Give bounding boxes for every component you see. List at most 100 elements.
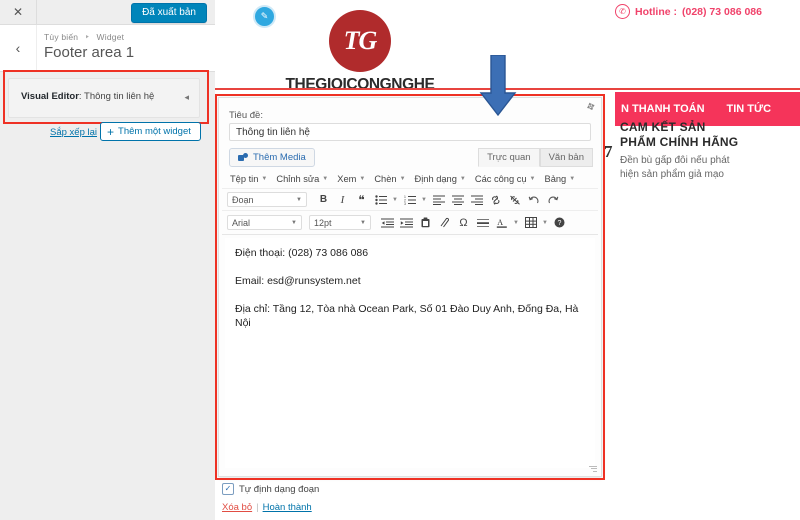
menu-edit[interactable]: Chỉnh sửa ▼ xyxy=(273,173,331,185)
font-size-select[interactable]: 12pt ▼ xyxy=(309,215,371,230)
widget-editor-panel: ✥ Tiêu đề: Thêm Media Trực quan Văn bản … xyxy=(218,97,602,477)
menu-edit-label: Chỉnh sửa xyxy=(276,174,320,184)
chevron-down-icon[interactable]: ▼ xyxy=(512,214,520,231)
tab-text[interactable]: Văn bản xyxy=(539,148,593,167)
editor-action-links: Xóa bỏ | Hoàn thành xyxy=(222,502,312,513)
page-title: Footer area 1 xyxy=(44,44,135,61)
promo-heading: CAM KẾT SẢN PHẨM CHÍNH HÃNG xyxy=(620,120,739,149)
bullet-list-icon[interactable] xyxy=(372,191,389,208)
content-line-phone: Điện thoại: (028) 73 086 086 xyxy=(235,246,585,260)
special-char-icon[interactable]: Ω xyxy=(455,214,472,231)
tab-visual[interactable]: Trực quan xyxy=(478,148,540,167)
plus-icon: + xyxy=(107,124,115,139)
nav-item-payment[interactable]: N THANH TOÁN xyxy=(621,103,705,115)
add-widget-button[interactable]: + Thêm một widget xyxy=(100,122,201,141)
menu-insert[interactable]: Chèn ▼ xyxy=(371,173,408,185)
hotline-label: Hotline : xyxy=(635,5,677,18)
breadcrumb-root[interactable]: Tùy biến xyxy=(44,32,78,42)
outdent-icon[interactable] xyxy=(379,214,396,231)
close-icon[interactable]: ✕ xyxy=(0,0,37,24)
media-icon xyxy=(238,152,249,163)
chevron-down-icon: ▼ xyxy=(322,176,329,182)
autoformat-label: Tự định dạng đoạn xyxy=(239,483,320,495)
autoformat-checkbox[interactable]: ✓ xyxy=(222,483,234,495)
phone-icon: ✆ xyxy=(615,4,630,19)
menu-format-label: Định dạng xyxy=(414,174,457,184)
menu-file[interactable]: Tệp tin ▼ xyxy=(227,173,270,185)
menu-tools-label: Các công cụ xyxy=(474,174,527,184)
promo-number: 7 xyxy=(604,142,613,161)
menu-view[interactable]: Xem ▼ xyxy=(334,173,368,185)
hotline-number: (028) 73 086 086 xyxy=(682,5,762,18)
blockquote-icon[interactable]: ❝ xyxy=(353,191,370,208)
text-color-icon[interactable]: A xyxy=(493,214,510,231)
table-icon[interactable] xyxy=(522,214,539,231)
undo-icon[interactable] xyxy=(525,191,542,208)
menu-file-label: Tệp tin xyxy=(230,174,259,184)
promo-body: Đền bù gấp đôi nếu phát hiện sản phẩm gi… xyxy=(620,155,730,180)
site-logo: TG THEGIOICONGNGHE xyxy=(270,10,450,94)
menu-table[interactable]: Bảng ▼ xyxy=(542,173,579,185)
resize-handle[interactable] xyxy=(589,464,597,472)
menu-tools[interactable]: Các công cụ ▼ xyxy=(472,173,539,185)
indent-icon[interactable] xyxy=(398,214,415,231)
widget-actions: Sắp xếp lại + Thêm một widget xyxy=(0,122,215,146)
editor-content-area[interactable]: Điện thoại: (028) 73 086 086 Email: esd@… xyxy=(225,238,595,468)
breadcrumb: Tùy biến ‣ Widget xyxy=(44,32,124,43)
add-media-label: Thêm Media xyxy=(253,152,306,163)
menu-view-label: Xem xyxy=(337,174,357,184)
widget-item-type: Visual Editor xyxy=(21,91,79,102)
title-input[interactable] xyxy=(229,123,591,141)
svg-text:?: ? xyxy=(558,220,562,227)
title-field-label: Tiêu đề: xyxy=(229,110,263,121)
editor-menubar: Tệp tin ▼ Chỉnh sửa ▼ Xem ▼ Chèn ▼ Định dạng… xyxy=(222,170,598,189)
horizontal-rule-icon[interactable] xyxy=(474,214,491,231)
hotline: ✆ Hotline : (028) 73 086 086 xyxy=(615,4,762,19)
unlink-icon[interactable] xyxy=(506,191,523,208)
pencil-icon[interactable]: ✎ xyxy=(253,5,276,28)
chevron-down-icon: ▼ xyxy=(459,176,466,182)
format-select-value: Đoạn xyxy=(232,194,254,205)
chevron-left-icon[interactable]: ‹ xyxy=(0,25,37,71)
menu-table-label: Bảng xyxy=(544,174,567,184)
redo-icon[interactable] xyxy=(544,191,561,208)
italic-icon[interactable]: I xyxy=(334,191,351,208)
nav-item-news[interactable]: TIN TỨC xyxy=(727,103,772,115)
content-line-phone-text: Điện thoại: (028) 73 086 086 xyxy=(235,247,369,259)
widget-item-visual-editor[interactable]: Visual Editor: Thông tin liên hệ ◂ xyxy=(8,78,200,118)
content-line-address: Địa chỉ: Tầng 12, Tòa nhà Ocean Park, Số… xyxy=(235,303,579,329)
font-family-select[interactable]: Arial ▼ xyxy=(227,215,302,230)
bold-icon[interactable]: B xyxy=(315,191,332,208)
logo-text: THEGIOICONGNGHE xyxy=(285,76,435,93)
clear-format-icon[interactable] xyxy=(436,214,453,231)
drag-handle-icon[interactable]: ✥ xyxy=(585,101,597,114)
help-icon[interactable]: ? xyxy=(551,214,568,231)
editor-toolbar-row-3: Arial ▼ 12pt ▼ Ω A ▼ ▼ ? xyxy=(222,211,598,235)
chevron-down-icon[interactable]: ▼ xyxy=(420,191,428,208)
header-divider xyxy=(215,88,800,90)
link-icon[interactable] xyxy=(487,191,504,208)
format-select[interactable]: Đoạn ▼ xyxy=(227,192,307,207)
svg-text:3: 3 xyxy=(404,202,406,205)
font-size-value: 12pt xyxy=(314,217,332,228)
reorder-link[interactable]: Sắp xếp lại xyxy=(50,127,97,138)
customizer-header: ‹ Tùy biến ‣ Widget Footer area 1 xyxy=(0,25,215,72)
align-right-icon[interactable] xyxy=(468,191,485,208)
menu-format[interactable]: Định dạng ▼ xyxy=(412,173,469,185)
chevron-down-icon[interactable]: ▼ xyxy=(391,191,399,208)
add-media-button[interactable]: Thêm Media xyxy=(229,148,315,167)
delete-link[interactable]: Xóa bỏ xyxy=(222,502,252,513)
paste-icon[interactable] xyxy=(417,214,434,231)
chevron-down-icon: ▼ xyxy=(359,176,366,182)
add-widget-label: Thêm một widget xyxy=(118,126,191,137)
chevron-left-icon[interactable]: ◂ xyxy=(184,92,189,103)
numbered-list-icon[interactable]: 123 xyxy=(401,191,418,208)
align-center-icon[interactable] xyxy=(449,191,466,208)
chevron-down-icon: ▼ xyxy=(261,176,268,182)
chevron-down-icon: ▼ xyxy=(360,219,366,226)
done-link[interactable]: Hoàn thành xyxy=(263,502,312,513)
chevron-down-icon[interactable]: ▼ xyxy=(541,214,549,231)
publish-button[interactable]: Đã xuất bản xyxy=(131,3,207,23)
align-left-icon[interactable] xyxy=(430,191,447,208)
customizer-topbar: ✕ Đã xuất bản xyxy=(0,0,215,25)
